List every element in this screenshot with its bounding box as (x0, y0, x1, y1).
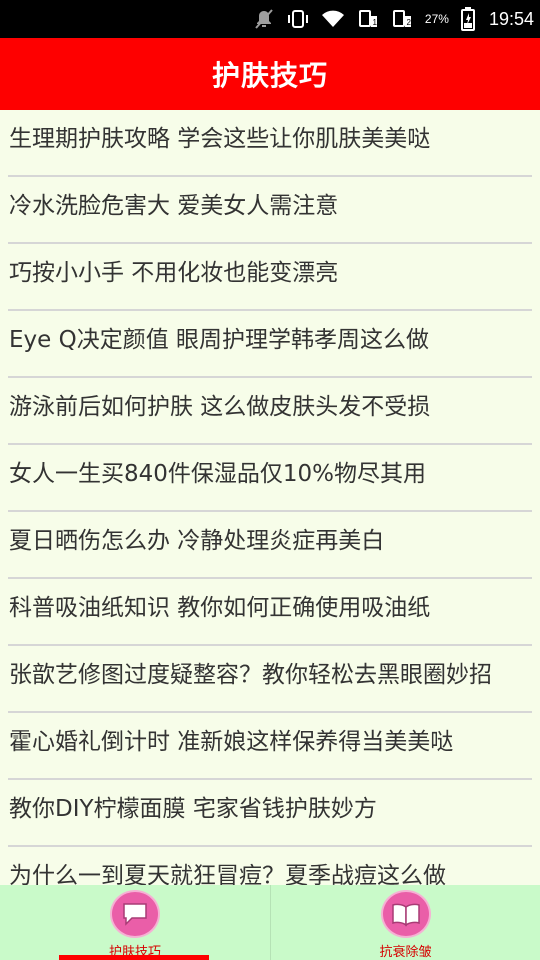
active-tab-indicator (59, 955, 209, 960)
list-item[interactable]: 游泳前后如何护肤 这么做皮肤头发不受损 (0, 378, 540, 445)
list-item[interactable]: 教你DIY柠檬面膜 宅家省钱护肤妙方 (0, 780, 540, 847)
list-item[interactable]: 巧按小小手 不用化妆也能变漂亮 (0, 244, 540, 311)
list-item-title: 生理期护肤攻略 学会这些让你肌肤美美哒 (9, 125, 431, 152)
tab-label: 抗衰除皱 (379, 945, 432, 960)
article-list[interactable]: 生理期护肤攻略 学会这些让你肌肤美美哒 冷水洗脸危害大 爱美女人需注意 巧按小小… (0, 110, 540, 885)
list-item-title: 科普吸油纸知识 教你如何正确使用吸油纸 (9, 594, 431, 621)
list-item[interactable]: Eye Q决定颜值 眼周护理学韩孝周这么做 (0, 311, 540, 378)
list-item-title: Eye Q决定颜值 眼周护理学韩孝周这么做 (9, 326, 430, 353)
tab-anti-aging[interactable]: 抗衰除皱 (270, 885, 540, 960)
list-item[interactable]: 为什么一到夏天就狂冒痘？夏季战痘这么做 (0, 847, 540, 886)
list-item-title: 张歆艺修图过度疑整容？教你轻松去黑眼圈妙招 (9, 661, 492, 688)
sim2-signal-icon: 2 (391, 8, 413, 30)
list-item-title: 游泳前后如何护肤 这么做皮肤头发不受损 (9, 393, 431, 420)
list-item-title: 巧按小小手 不用化妆也能变漂亮 (9, 259, 339, 286)
list-item-title: 霍心婚礼倒计时 准新娘这样保养得当美美哒 (9, 728, 454, 755)
clock: 19:54 (488, 8, 534, 29)
list-item-title: 冷水洗脸危害大 爱美女人需注意 (9, 192, 339, 219)
wifi-icon (321, 9, 345, 29)
list-item-title: 教你DIY柠檬面膜 宅家省钱护肤妙方 (9, 795, 377, 822)
list-item-title: 女人一生买840件保湿品仅10%物尽其用 (9, 460, 427, 487)
page-title: 护肤技巧 (211, 59, 328, 92)
vibrate-icon (287, 8, 309, 30)
list-item[interactable]: 女人一生买840件保湿品仅10%物尽其用 (0, 445, 540, 512)
sim1-signal-icon: 1 (357, 8, 379, 30)
svg-text:1: 1 (372, 18, 377, 27)
notifications-muted-icon (253, 8, 275, 30)
list-item-title: 夏日晒伤怎么办 冷静处理炎症再美白 (9, 527, 385, 554)
book-icon (380, 890, 431, 938)
chat-bubble-icon (110, 890, 160, 938)
list-item[interactable]: 张歆艺修图过度疑整容？教你轻松去黑眼圈妙招 (0, 646, 540, 713)
tab-skincare-tips[interactable]: 护肤技巧 (0, 885, 270, 960)
status-icons: 1 2 27% 19:54 (253, 0, 534, 38)
status-bar: 1 2 27% 19:54 (0, 0, 540, 38)
title-bar: 护肤技巧 (0, 38, 540, 110)
list-item[interactable]: 冷水洗脸危害大 爱美女人需注意 (0, 177, 540, 244)
list-item[interactable]: 霍心婚礼倒计时 准新娘这样保养得当美美哒 (0, 713, 540, 780)
list-item[interactable]: 科普吸油纸知识 教你如何正确使用吸油纸 (0, 579, 540, 646)
battery-percent: 27% (424, 12, 449, 26)
list-item[interactable]: 生理期护肤攻略 学会这些让你肌肤美美哒 (0, 110, 540, 177)
svg-text:2: 2 (406, 18, 411, 27)
list-item-title: 为什么一到夏天就狂冒痘？夏季战痘这么做 (9, 862, 446, 886)
battery-charging-icon (460, 7, 475, 31)
bottom-nav: 护肤技巧 抗衰除皱 (0, 885, 540, 960)
list-item[interactable]: 夏日晒伤怎么办 冷静处理炎症再美白 (0, 512, 540, 579)
